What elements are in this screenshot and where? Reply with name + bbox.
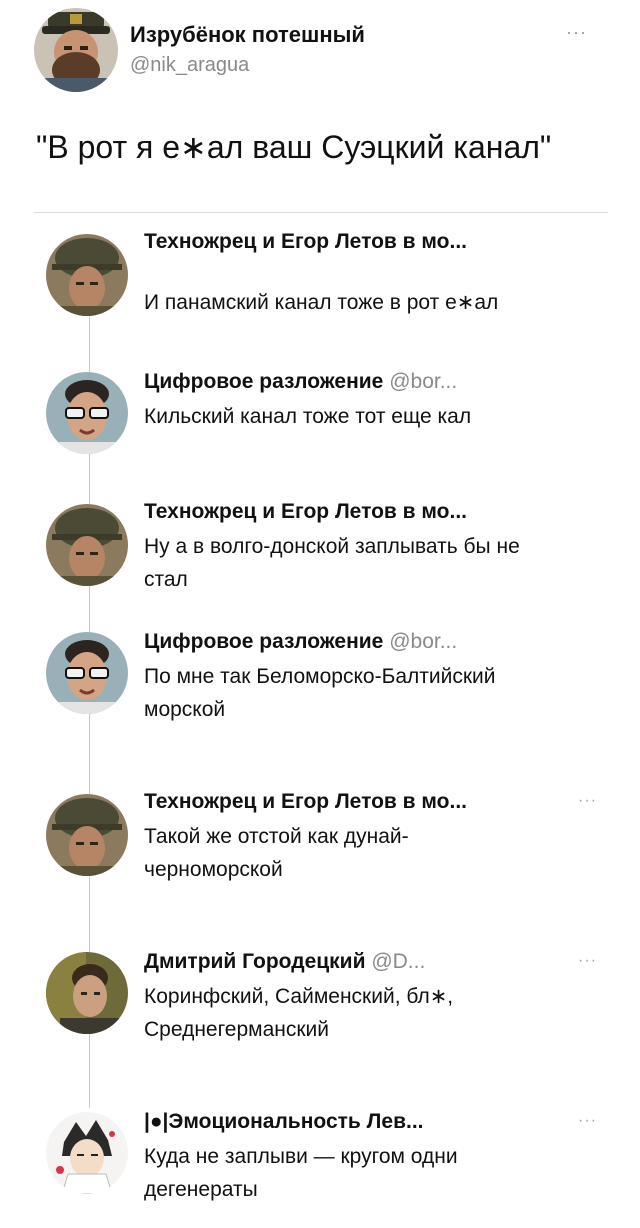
reply-author-name[interactable]: Техножрец и Егор Летов в мо... — [144, 230, 467, 253]
author-avatar[interactable] — [34, 8, 118, 92]
reply-avatar[interactable] — [46, 1112, 128, 1194]
reply-author[interactable]: Техножрец и Егор Летов в мо... — [144, 790, 467, 814]
anime-character-avatar-icon — [46, 1112, 128, 1194]
soldier-helmet-avatar-icon — [46, 234, 128, 316]
reply-author-name[interactable]: Техножрец и Егор Летов в мо... — [144, 790, 467, 813]
reply-author-handle[interactable]: @bor... — [389, 630, 457, 653]
reply-avatar[interactable] — [46, 372, 128, 454]
bearded-man-in-cap-icon — [34, 8, 118, 92]
reply-avatar[interactable] — [46, 632, 128, 714]
post-text: "В рот я е∗ал ваш Суэцкий канал" — [36, 129, 552, 165]
reply-author-handle[interactable]: @D... — [371, 950, 425, 973]
reply-author-name[interactable]: Техножрец и Егор Летов в мо... — [144, 500, 467, 523]
reply-author-name[interactable]: Цифровое разложение — [144, 370, 383, 393]
reply-author[interactable]: Цифровое разложение @bor... — [144, 630, 457, 654]
divider — [34, 212, 608, 213]
reply-avatar[interactable] — [46, 952, 128, 1034]
reply-author-name[interactable]: |●|Эмоциональность Лев... — [144, 1110, 424, 1133]
reply-avatar[interactable] — [46, 234, 128, 316]
reply-text: Такой же отстой как дунай- черноморской — [144, 825, 409, 881]
reply-author[interactable]: Дмитрий Городецкий @D... — [144, 950, 425, 974]
soldier-helmet-avatar-icon — [46, 794, 128, 876]
man-sunglasses-avatar-icon — [46, 372, 128, 454]
reply-author-handle[interactable]: @bor... — [389, 370, 457, 393]
man-portrait-avatar-icon — [46, 952, 128, 1034]
reply-author[interactable]: |●|Эмоциональность Лев... — [144, 1110, 424, 1134]
reply-author-name[interactable]: Цифровое разложение — [144, 630, 383, 653]
reply-author[interactable]: Техножрец и Егор Летов в мо... — [144, 500, 467, 524]
more-options-icon[interactable]: ··· — [578, 952, 597, 970]
reply-author[interactable]: Техножрец и Егор Летов в мо... — [144, 230, 467, 254]
original-post: Изрубёнок потешный @nik_aragua ··· "В ро… — [0, 0, 640, 210]
reply-author-name[interactable]: Дмитрий Городецкий — [144, 950, 365, 973]
reply-text: Кильский канал тоже тот еще кал — [144, 405, 472, 428]
man-sunglasses-avatar-icon — [46, 632, 128, 714]
more-options-icon[interactable]: ··· — [578, 1112, 597, 1130]
reply-avatar[interactable] — [46, 794, 128, 876]
reply-text: Коринфский, Сайменский, бл∗, Среднегерма… — [144, 985, 454, 1041]
more-options-icon[interactable]: ··· — [578, 792, 597, 810]
reply-text: И панамский канал тоже в рот е∗ал — [144, 291, 499, 314]
more-options-icon[interactable]: ··· — [566, 22, 587, 43]
author-name[interactable]: Изрубёнок потешный — [130, 22, 365, 48]
reply-avatar[interactable] — [46, 504, 128, 586]
reply-author[interactable]: Цифровое разложение @bor... — [144, 370, 457, 394]
reply-text: Куда не заплыви — кругом одни дегенераты — [144, 1145, 458, 1201]
reply-text: По мне так Беломорско-Балтийский морской — [144, 665, 496, 721]
author-handle[interactable]: @nik_aragua — [130, 54, 249, 77]
soldier-helmet-avatar-icon — [46, 504, 128, 586]
reply-text: Ну а в волго-донской заплывать бы не ста… — [144, 535, 520, 591]
